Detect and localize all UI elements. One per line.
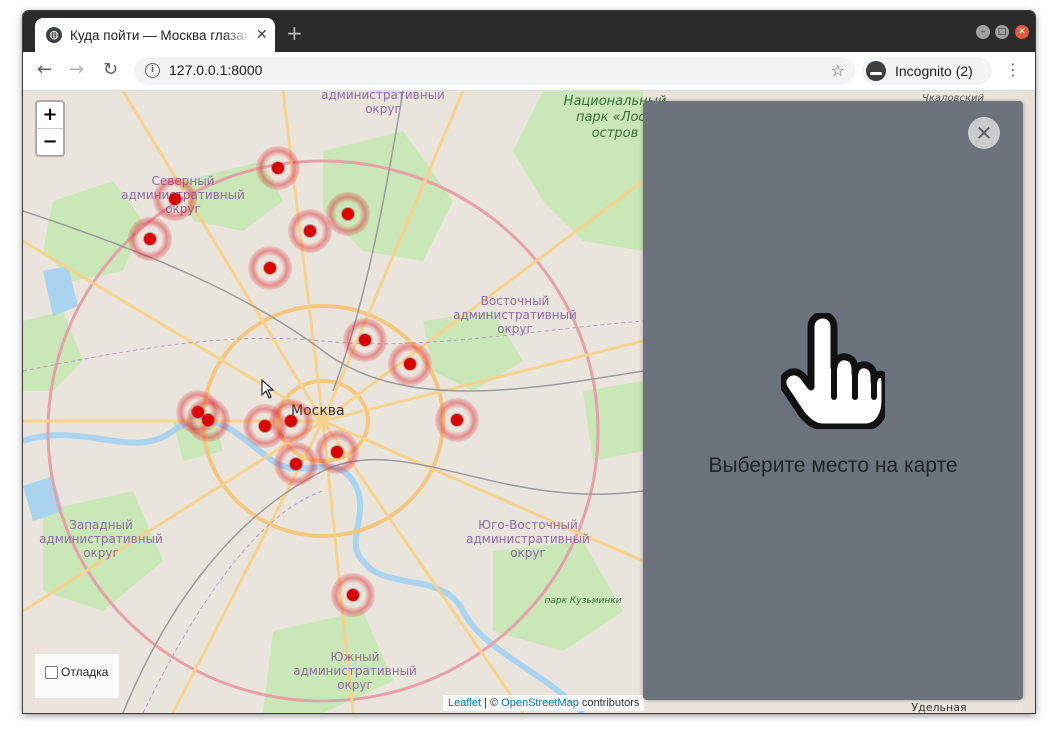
forward-arrow-icon[interactable]: →	[69, 60, 84, 80]
tab-active[interactable]: ◍ Куда пойти — Москва глазами Артёма ✕	[35, 18, 275, 52]
label-ne-3: округ	[365, 102, 401, 116]
zoom-control: + −	[35, 100, 65, 157]
label-south-3: округ	[337, 678, 373, 692]
label-east-2: административный	[453, 308, 577, 322]
panel-close-button[interactable]: ✕	[968, 117, 1000, 149]
window-close-button[interactable]: ✕	[1015, 25, 1029, 39]
label-se-3: округ	[510, 546, 546, 560]
new-tab-button[interactable]: +	[286, 23, 303, 43]
incognito-badge[interactable]: Incognito (2)	[862, 57, 992, 85]
place-marker[interactable]	[186, 398, 230, 442]
place-marker[interactable]	[343, 318, 387, 362]
label-west-1: Западный	[69, 518, 133, 532]
place-marker[interactable]	[388, 342, 432, 386]
kebab-menu-icon[interactable]: ⋮	[1005, 61, 1021, 79]
label-se-1: Юго-Восточный	[478, 518, 578, 532]
place-marker[interactable]	[331, 573, 375, 617]
back-arrow-icon[interactable]: ←	[37, 60, 52, 80]
browser-window: ◍ Куда пойти — Москва глазами Артёма ✕ +…	[23, 11, 1035, 713]
minimize-button[interactable]: –	[976, 25, 990, 39]
place-marker[interactable]	[248, 246, 292, 290]
tab-strip: ◍ Куда пойти — Москва глазами Артёма ✕ +…	[23, 11, 1035, 52]
mouse-cursor-icon	[261, 379, 275, 399]
label-se-2: административный	[466, 532, 590, 546]
attribution-sep: | ©	[481, 697, 502, 709]
label-west-3: округ	[83, 546, 119, 560]
place-marker[interactable]	[256, 146, 300, 190]
place-marker[interactable]	[288, 209, 332, 253]
place-marker[interactable]	[153, 177, 197, 221]
place-marker[interactable]	[435, 398, 479, 442]
incognito-icon	[866, 61, 886, 81]
place-marker[interactable]	[326, 192, 370, 236]
star-icon[interactable]: ☆	[831, 61, 845, 80]
attribution-contrib: contributors	[578, 697, 640, 709]
zoom-out-button[interactable]: −	[37, 128, 63, 155]
info-icon[interactable]: i	[145, 63, 160, 78]
label-udelnaya: Удельная	[911, 701, 966, 713]
osm-link[interactable]: OpenStreetMap	[501, 697, 579, 709]
map-attribution: Leaflet | © OpenStreetMap contributors	[443, 695, 645, 711]
zoom-in-button[interactable]: +	[37, 102, 63, 128]
map[interactable]: Северный административный округ админист…	[23, 91, 1035, 713]
incognito-label: Incognito (2)	[895, 63, 973, 79]
side-panel: ✕ Выберите место на карте	[643, 101, 1023, 700]
place-marker[interactable]	[269, 399, 313, 443]
debug-checkbox[interactable]	[45, 666, 58, 679]
place-marker[interactable]	[315, 430, 359, 474]
globe-icon: ◍	[46, 27, 62, 43]
browser-toolbar: ← → ↻ i 127.0.0.1:8000 ☆ Incognito (2) ⋮	[23, 52, 1035, 91]
label-east-3: округ	[497, 322, 533, 336]
label-kuzminki: парк Кузьминки	[544, 596, 621, 606]
label-ne-2: административный	[321, 91, 445, 102]
label-east-1: Восточный	[481, 294, 550, 308]
reload-icon[interactable]: ↻	[103, 60, 118, 80]
tab-close-icon[interactable]: ✕	[256, 27, 268, 43]
place-marker[interactable]	[128, 217, 172, 261]
label-west-2: административный	[39, 532, 163, 546]
panel-message: Выберите место на карте	[708, 454, 958, 477]
label-park-3: остров	[592, 126, 639, 141]
tab-title: Куда пойти — Москва глазами Артёма	[70, 27, 250, 43]
url-text[interactable]: 127.0.0.1:8000	[169, 62, 262, 78]
debug-label[interactable]: Отладка	[61, 665, 108, 679]
address-bar[interactable]: i 127.0.0.1:8000 ☆	[134, 57, 855, 85]
pointing-hand-icon	[781, 313, 885, 429]
leaflet-link[interactable]: Leaflet	[448, 697, 481, 709]
debug-control: Отладка	[35, 654, 119, 698]
maximize-button[interactable]: □	[995, 25, 1009, 39]
label-south-1: Южный	[331, 650, 380, 664]
place-marker[interactable]	[274, 442, 318, 486]
label-south-2: административный	[293, 664, 417, 678]
